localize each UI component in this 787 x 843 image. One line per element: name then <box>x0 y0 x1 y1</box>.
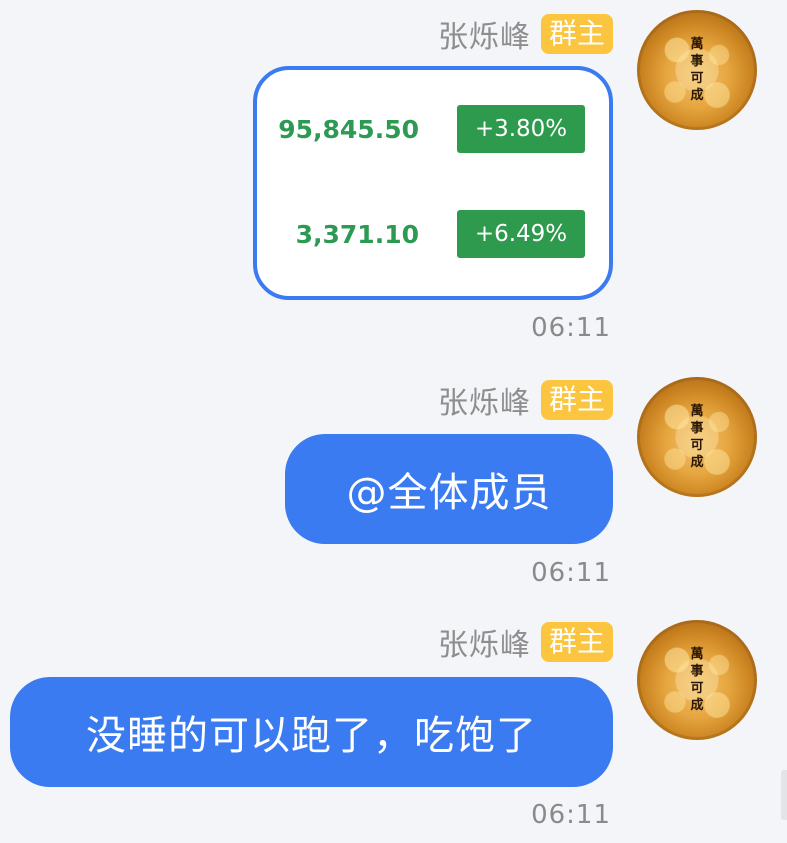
sender-name[interactable]: 张烁峰 <box>438 12 531 56</box>
stock-change-badge: +6.49% <box>457 210 585 258</box>
avatar-calligraphy: 萬 事 可 成 <box>690 37 704 103</box>
chat-thread: 萬 事 可 成 张烁峰 群主 95,845.50 +3.80% 3,371.10… <box>0 0 787 843</box>
sender-header: 张烁峰 群主 <box>438 12 613 56</box>
stock-price: 95,845.50 <box>278 115 419 144</box>
sender-avatar[interactable]: 萬 事 可 成 <box>637 620 757 740</box>
role-badge: 群主 <box>540 14 613 54</box>
sender-name[interactable]: 张烁峰 <box>438 620 531 664</box>
sender-name[interactable]: 张烁峰 <box>438 378 531 422</box>
message-text: 没睡的可以跑了，吃饱了 <box>86 713 537 759</box>
scrollbar-edge[interactable] <box>781 770 787 820</box>
message-bubble[interactable]: 没睡的可以跑了，吃饱了 <box>10 677 613 787</box>
message-time: 06:11 <box>531 558 611 588</box>
avatar-calligraphy: 萬 事 可 成 <box>690 404 704 470</box>
sender-avatar[interactable]: 萬 事 可 成 <box>637 10 757 130</box>
stock-price: 3,371.10 <box>295 220 419 249</box>
sender-avatar[interactable]: 萬 事 可 成 <box>637 377 757 497</box>
sender-header: 张烁峰 群主 <box>438 378 613 422</box>
stock-card[interactable]: 95,845.50 +3.80% 3,371.10 +6.49% <box>253 66 613 300</box>
sender-header: 张烁峰 群主 <box>438 620 613 664</box>
stock-change-badge: +3.80% <box>457 105 585 153</box>
role-badge: 群主 <box>540 622 613 662</box>
message-bubble[interactable]: @全体成员 <box>285 434 613 544</box>
message-time: 06:11 <box>531 313 611 343</box>
message-time: 06:11 <box>531 800 611 830</box>
stock-row[interactable]: 95,845.50 +3.80% <box>257 105 609 155</box>
message-text: @全体成员 <box>346 470 552 516</box>
avatar-calligraphy: 萬 事 可 成 <box>690 647 704 713</box>
role-badge: 群主 <box>540 380 613 420</box>
stock-row[interactable]: 3,371.10 +6.49% <box>257 210 609 260</box>
